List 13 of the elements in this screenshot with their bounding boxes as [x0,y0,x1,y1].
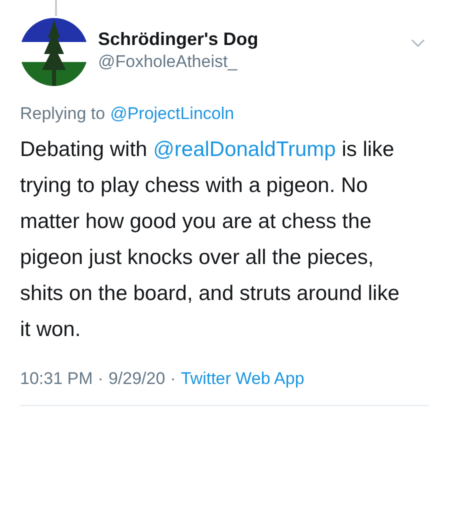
separator: · [98,369,104,389]
author-handle[interactable]: @FoxholeAtheist_ [98,52,401,72]
replying-label: Replying to [20,104,106,124]
tweet-text: Debating with @realDonaldTrump is like trying to play chess with a pigeon. No matter how good you are at chess the pigeon just knocks over all the pieces, shits on the board, and struts around like it won. [20,137,400,343]
tweet-time: 10:31 PM [20,369,93,389]
mention-link[interactable]: @realDonaldTrump [153,138,336,161]
separator: · [170,369,176,389]
avatar[interactable] [20,18,88,86]
author-name[interactable]: Schrödinger's Dog [98,28,401,50]
tweet-date: 9/29/20 [108,369,166,389]
thread-line [55,0,57,16]
source-link[interactable]: Twitter Web App [180,369,304,389]
mention-link[interactable]: @ProjectLincoln [110,104,234,124]
